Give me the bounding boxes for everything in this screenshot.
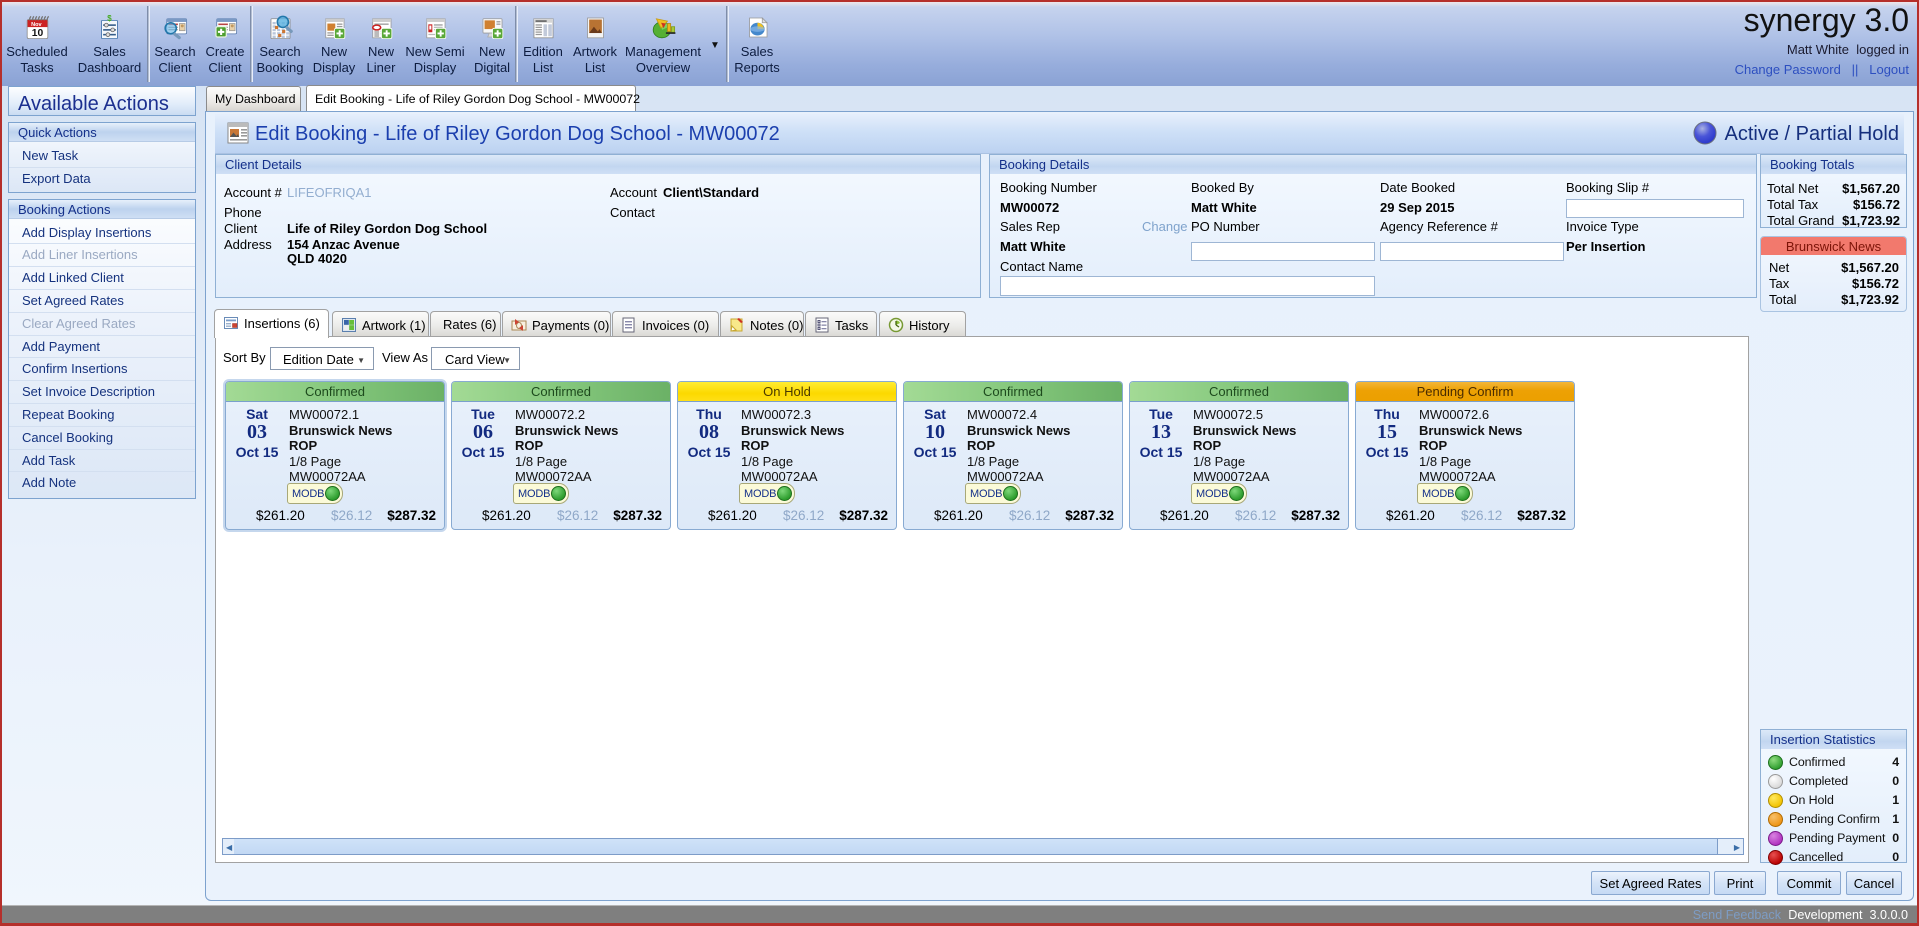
- svg-text:$: $: [107, 14, 112, 23]
- svg-text:Nov: Nov: [31, 22, 42, 28]
- svg-text:10: 10: [31, 28, 43, 39]
